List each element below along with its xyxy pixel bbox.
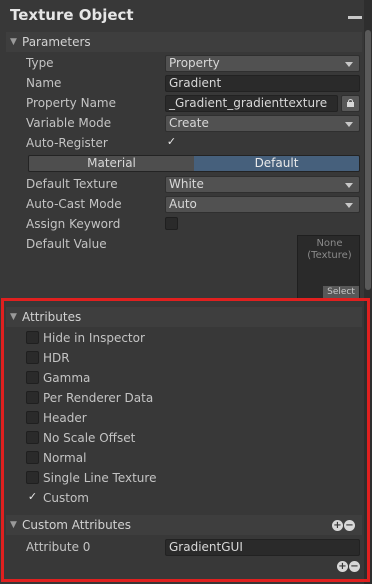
attribute-label: Per Renderer Data — [43, 391, 154, 405]
default-texture-label: Default Texture — [26, 177, 118, 191]
attribute-item[interactable]: Hide in Inspector — [0, 328, 364, 348]
custom-attributes-footer-buttons: + − — [337, 561, 360, 572]
custom-attributes-section-header[interactable]: ▼ Custom Attributes — [6, 515, 362, 535]
attribute-checkbox[interactable]: ✓ — [26, 491, 39, 504]
material-default-toggle: Material Default — [28, 155, 360, 172]
custom-attribute-row: Attribute 0 GradientGUI — [0, 537, 364, 557]
assign-keyword-checkbox[interactable] — [165, 217, 178, 230]
attribute-item[interactable]: No Scale Offset — [0, 428, 364, 448]
assign-keyword-label: Assign Keyword — [26, 217, 121, 231]
custom-attributes-header-buttons: + − — [332, 520, 355, 531]
attribute-checkbox[interactable] — [26, 391, 39, 404]
remove-icon[interactable]: − — [344, 520, 355, 531]
dropdown-arrow-icon — [345, 121, 353, 127]
custom-attribute-label: Attribute 0 — [26, 540, 91, 554]
attribute-checkbox[interactable] — [26, 351, 39, 364]
auto-register-label: Auto-Register — [26, 136, 108, 150]
default-value-label: Default Value — [26, 237, 107, 251]
attribute-label: Single Line Texture — [43, 471, 157, 485]
minimize-icon[interactable] — [348, 16, 362, 19]
texture-object-panel: Texture Object ▼ Parameters Type Propert… — [0, 0, 372, 584]
attributes-section-header[interactable]: ▼ Attributes — [6, 307, 362, 327]
attribute-label: No Scale Offset — [43, 431, 136, 445]
add-icon[interactable]: + — [337, 561, 348, 572]
parameters-header-label: Parameters — [22, 35, 91, 49]
assign-keyword-row: Assign Keyword — [0, 214, 364, 234]
add-icon[interactable]: + — [332, 520, 343, 531]
lock-button[interactable] — [341, 94, 360, 112]
default-texture-row: Default Texture White — [0, 174, 364, 194]
auto-cast-mode-dropdown[interactable]: Auto — [165, 195, 360, 213]
attribute-checkbox[interactable] — [26, 411, 39, 424]
variable-mode-value: Create — [169, 115, 209, 130]
expand-triangle-icon: ▼ — [10, 520, 17, 530]
custom-attribute-input[interactable]: GradientGUI — [165, 538, 360, 556]
toggle-default[interactable]: Default — [194, 156, 359, 171]
attribute-item[interactable]: HDR — [0, 348, 364, 368]
dropdown-arrow-icon — [345, 182, 353, 188]
toggle-material[interactable]: Material — [29, 156, 194, 171]
name-label: Name — [26, 76, 62, 90]
variable-mode-label: Variable Mode — [26, 116, 112, 130]
texture-select-button[interactable]: Select — [323, 286, 359, 298]
dropdown-arrow-icon — [345, 202, 353, 208]
type-label: Type — [26, 56, 54, 70]
auto-cast-mode-row: Auto-Cast Mode Auto — [0, 194, 364, 214]
attribute-item[interactable]: Per Renderer Data — [0, 388, 364, 408]
lock-icon — [347, 98, 354, 107]
attribute-label: Custom — [43, 491, 89, 505]
attribute-checkbox[interactable] — [26, 431, 39, 444]
auto-cast-mode-value: Auto — [169, 196, 197, 211]
attribute-item[interactable]: Single Line Texture — [0, 468, 364, 488]
texture-none-text: None (Texture) — [298, 238, 361, 262]
attribute-checkbox[interactable] — [26, 331, 39, 344]
texture-none-line1: None — [316, 238, 343, 249]
type-value: Property — [169, 55, 220, 70]
attribute-item[interactable]: Header — [0, 408, 364, 428]
scrollbar-thumb[interactable] — [365, 30, 371, 290]
expand-triangle-icon: ▼ — [10, 312, 17, 322]
attribute-checkbox[interactable] — [26, 471, 39, 484]
dropdown-arrow-icon — [345, 61, 353, 67]
property-name-input[interactable]: _Gradient_gradienttexture — [165, 94, 338, 112]
property-name-label: Property Name — [26, 96, 116, 110]
texture-slot[interactable]: None (Texture) Select — [297, 235, 360, 299]
panel-title: Texture Object — [10, 6, 134, 24]
type-row: Type Property — [0, 53, 364, 73]
attribute-item[interactable]: Gamma — [0, 368, 364, 388]
name-input[interactable]: Gradient — [165, 74, 360, 92]
expand-triangle-icon: ▼ — [10, 37, 17, 47]
attribute-label: HDR — [43, 351, 70, 365]
scrollbar[interactable] — [364, 0, 372, 584]
attribute-label: Header — [43, 411, 87, 425]
parameters-section-header[interactable]: ▼ Parameters — [6, 32, 362, 52]
attribute-checkbox[interactable] — [26, 371, 39, 384]
attribute-label: Normal — [43, 451, 87, 465]
attributes-header-label: Attributes — [22, 310, 82, 324]
title-bar: Texture Object — [0, 0, 364, 30]
default-texture-value: White — [169, 176, 204, 191]
texture-none-line2: (Texture) — [307, 250, 352, 261]
custom-attributes-header-label: Custom Attributes — [22, 518, 132, 532]
remove-icon[interactable]: − — [349, 561, 360, 572]
attribute-checkbox[interactable] — [26, 451, 39, 464]
name-row: Name Gradient — [0, 73, 364, 93]
default-texture-dropdown[interactable]: White — [165, 175, 360, 193]
attribute-label: Hide in Inspector — [43, 331, 145, 345]
attribute-item[interactable]: Normal — [0, 448, 364, 468]
auto-register-row: Auto-Register ✓ — [0, 133, 364, 153]
auto-cast-mode-label: Auto-Cast Mode — [26, 197, 122, 211]
variable-mode-dropdown[interactable]: Create — [165, 114, 360, 132]
attribute-label: Gamma — [43, 371, 91, 385]
property-name-row: Property Name _Gradient_gradienttexture — [0, 93, 364, 113]
type-dropdown[interactable]: Property — [165, 54, 360, 72]
attribute-item[interactable]: ✓ Custom — [0, 488, 364, 508]
auto-register-checkbox[interactable]: ✓ — [165, 136, 178, 149]
variable-mode-row: Variable Mode Create — [0, 113, 364, 133]
